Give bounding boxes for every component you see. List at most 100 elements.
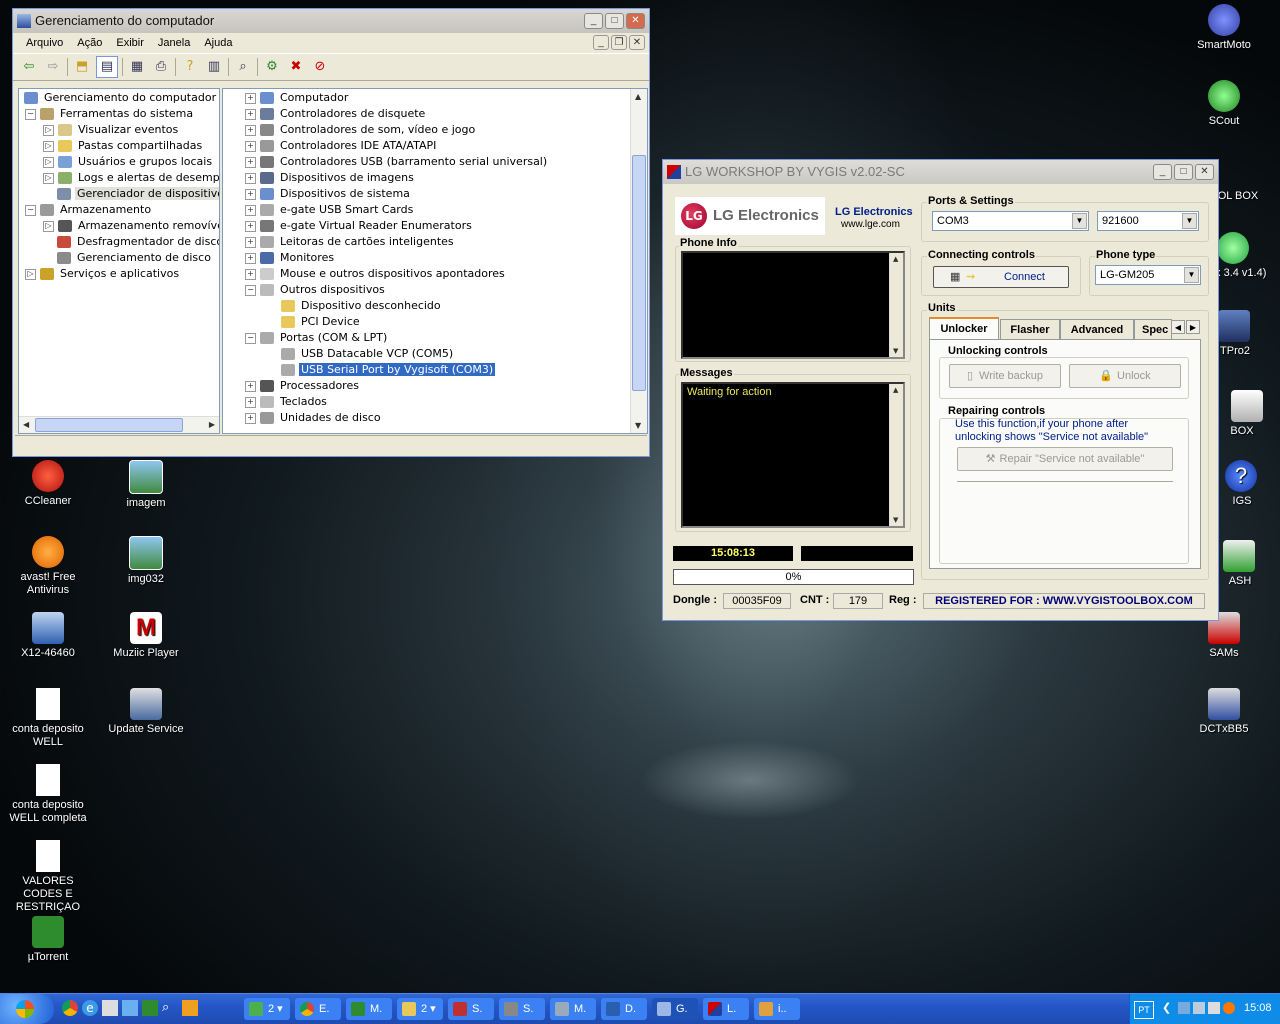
help-icon[interactable]: ? <box>180 57 200 77</box>
device-category-som[interactable]: + Controladores de som, vídeo e jogo <box>223 122 647 138</box>
chevron-down-icon[interactable]: ▼ <box>1182 213 1197 229</box>
ie-icon[interactable]: e <box>82 1000 98 1016</box>
taskbar-item-s1[interactable]: S. <box>448 998 494 1020</box>
tree-horizontal-scrollbar[interactable]: ◀ ▶ <box>19 416 219 433</box>
desktop-icon-conta-deposito[interactable]: conta deposito WELL <box>3 688 93 749</box>
device-category-mouse[interactable]: + Mouse e outros dispositivos apontadores <box>223 266 647 282</box>
device-category-processadores[interactable]: + Processadores <box>223 378 647 394</box>
expand-icon[interactable]: + <box>245 172 256 184</box>
taskbar-item-computer-management[interactable]: G. <box>652 998 698 1020</box>
messages-scrollbar[interactable]: ▲ ▼ <box>889 384 903 526</box>
menu-acao[interactable]: Ação <box>70 37 109 49</box>
desktop-icon-imagem[interactable]: imagem <box>101 460 191 510</box>
device-category-monitores[interactable]: + Monitores <box>223 250 647 266</box>
expand-icon[interactable]: + <box>245 380 256 392</box>
device-category-leitoras[interactable]: + Leitoras de cartões inteligentes <box>223 234 647 250</box>
taskbar-item-m[interactable]: M. <box>346 998 392 1020</box>
close-button[interactable]: ✕ <box>1195 164 1214 180</box>
view-icon[interactable]: ▥ <box>204 57 224 77</box>
desktop-icon-ccleaner[interactable]: CCleaner <box>3 460 93 508</box>
maximize-button[interactable]: □ <box>605 13 624 29</box>
device-category-disquete[interactable]: + Controladores de disquete <box>223 106 647 122</box>
tab-unlocker[interactable]: Unlocker <box>929 317 999 339</box>
chrome-icon[interactable] <box>62 1000 78 1016</box>
minimize-button[interactable]: _ <box>584 13 603 29</box>
tab-scroll-right-icon[interactable]: ▶ <box>1186 320 1200 334</box>
expand-icon[interactable]: ▷ <box>43 124 54 136</box>
desktop-icon-avast[interactable]: avast! Free Antivirus <box>3 536 93 597</box>
device-category-unidades[interactable]: + Unidades de disco <box>223 410 647 426</box>
port-select[interactable]: COM3 ▼ <box>932 211 1089 231</box>
maximize-button[interactable]: □ <box>1174 164 1193 180</box>
lg-titlebar[interactable]: LG WORKSHOP BY VYGIS v2.02-SC _ □ ✕ <box>663 160 1218 184</box>
monitor-icon[interactable] <box>1208 1002 1220 1014</box>
minimize-button[interactable]: _ <box>1153 164 1172 180</box>
scroll-thumb[interactable] <box>35 418 183 432</box>
device-category-egate-smart[interactable]: + e-gate USB Smart Cards <box>223 202 647 218</box>
up-folder-icon[interactable]: ⬒ <box>72 57 92 77</box>
taskbar-item-m2[interactable]: M. <box>550 998 596 1020</box>
phone-info-scrollbar[interactable]: ▲ ▼ <box>889 253 903 357</box>
search-icon[interactable]: ⌕ <box>162 1000 178 1016</box>
taskbar-item-i[interactable]: i.. <box>754 998 800 1020</box>
device-category-usb[interactable]: + Controladores USB (barramento serial un… <box>223 154 647 170</box>
show-hide-tree-icon[interactable]: ▤ <box>96 56 118 78</box>
disable-icon[interactable]: ⊘ <box>310 57 330 77</box>
expand-icon[interactable]: ▷ <box>43 156 54 168</box>
taskbar-group-folders[interactable]: 2 ▾ <box>397 998 443 1020</box>
tree-item-disk-management[interactable]: Gerenciamento de disco <box>19 250 219 266</box>
properties-icon[interactable]: ▦ <box>127 57 147 77</box>
write-backup-button[interactable]: ▯ Write backup <box>949 364 1061 388</box>
desktop-icon-utorrent[interactable]: µTorrent <box>3 916 93 964</box>
device-category-egate-virtual[interactable]: + e-gate Virtual Reader Enumerators <box>223 218 647 234</box>
menu-exibir[interactable]: Exibir <box>109 37 151 49</box>
child-minimize-button[interactable]: _ <box>593 35 609 50</box>
desktop-icon-img032[interactable]: img032 <box>101 536 191 586</box>
device-usb-datacable[interactable]: USB Datacable VCP (COM5) <box>223 346 647 362</box>
desktop-icon-smartmoto[interactable]: SmartMoto <box>1179 4 1269 52</box>
desktop-icon-scout[interactable]: SCout <box>1179 80 1269 128</box>
close-button[interactable]: ✕ <box>626 13 645 29</box>
cm-titlebar[interactable]: Gerenciamento do computador _ □ ✕ <box>13 9 649 33</box>
expand-icon[interactable]: + <box>245 124 256 136</box>
taskbar-item-lg-workshop[interactable]: L. <box>703 998 749 1020</box>
tree-item-shared-folders[interactable]: ▷ Pastas compartilhadas <box>19 138 219 154</box>
volume-icon[interactable] <box>1193 1002 1205 1014</box>
avast-tray-icon[interactable] <box>1223 1002 1235 1014</box>
tree-item-local-users[interactable]: ▷ Usuários e grupos locais <box>19 154 219 170</box>
tree-item-defragmenter[interactable]: Desfragmentador de disco <box>19 234 219 250</box>
child-close-button[interactable]: ✕ <box>629 35 645 50</box>
desktop-icon-x12[interactable]: X12-46460 <box>3 612 93 660</box>
collapse-icon[interactable]: − <box>245 284 256 296</box>
device-category-portas[interactable]: − Portas (COM & LPT) <box>223 330 647 346</box>
print-icon[interactable]: ⎙ <box>151 57 171 77</box>
desktop-icon-update-service[interactable]: Update Service <box>101 688 191 736</box>
collapse-icon[interactable]: − <box>25 108 36 120</box>
collapse-icon[interactable]: − <box>245 332 256 344</box>
tree-item-performance-logs[interactable]: ▷ Logs e alertas de desempen <box>19 170 219 186</box>
unlock-button[interactable]: 🔒 Unlock <box>1069 364 1181 388</box>
menu-arquivo[interactable]: Arquivo <box>19 37 70 49</box>
language-indicator[interactable]: PT <box>1134 1001 1154 1019</box>
repair-service-button[interactable]: ⚒ Repair "Service not available" <box>957 447 1173 471</box>
menu-ajuda[interactable]: Ajuda <box>197 37 239 49</box>
expand-icon[interactable]: + <box>245 188 256 200</box>
device-usb-serial-port-selected[interactable]: USB Serial Port by Vygisoft (COM3) <box>223 362 647 378</box>
expand-icon[interactable]: + <box>245 156 256 168</box>
desktop-icon[interactable] <box>122 1000 138 1016</box>
expand-icon[interactable]: + <box>245 204 256 216</box>
tab-flasher[interactable]: Flasher <box>1000 319 1060 339</box>
device-pci[interactable]: PCI Device <box>223 314 647 330</box>
device-category-imagens[interactable]: + Dispositivos de imagens <box>223 170 647 186</box>
forward-icon[interactable]: ⇨ <box>43 57 63 77</box>
tab-advanced[interactable]: Advanced <box>1060 319 1134 339</box>
excel-icon[interactable] <box>142 1000 158 1016</box>
expand-icon[interactable]: + <box>245 92 256 104</box>
scan-hardware-icon[interactable]: ⌕ <box>233 57 253 77</box>
taskbar-item-d[interactable]: D. <box>601 998 647 1020</box>
tab-scroll-left-icon[interactable]: ◀ <box>1171 320 1185 334</box>
collapse-icon[interactable]: − <box>25 204 36 216</box>
tree-item-computer-management[interactable]: Gerenciamento do computador (loca <box>19 90 219 106</box>
device-tree-vertical-scrollbar[interactable]: ▲ ▼ <box>630 89 647 433</box>
expand-icon[interactable]: + <box>245 236 256 248</box>
